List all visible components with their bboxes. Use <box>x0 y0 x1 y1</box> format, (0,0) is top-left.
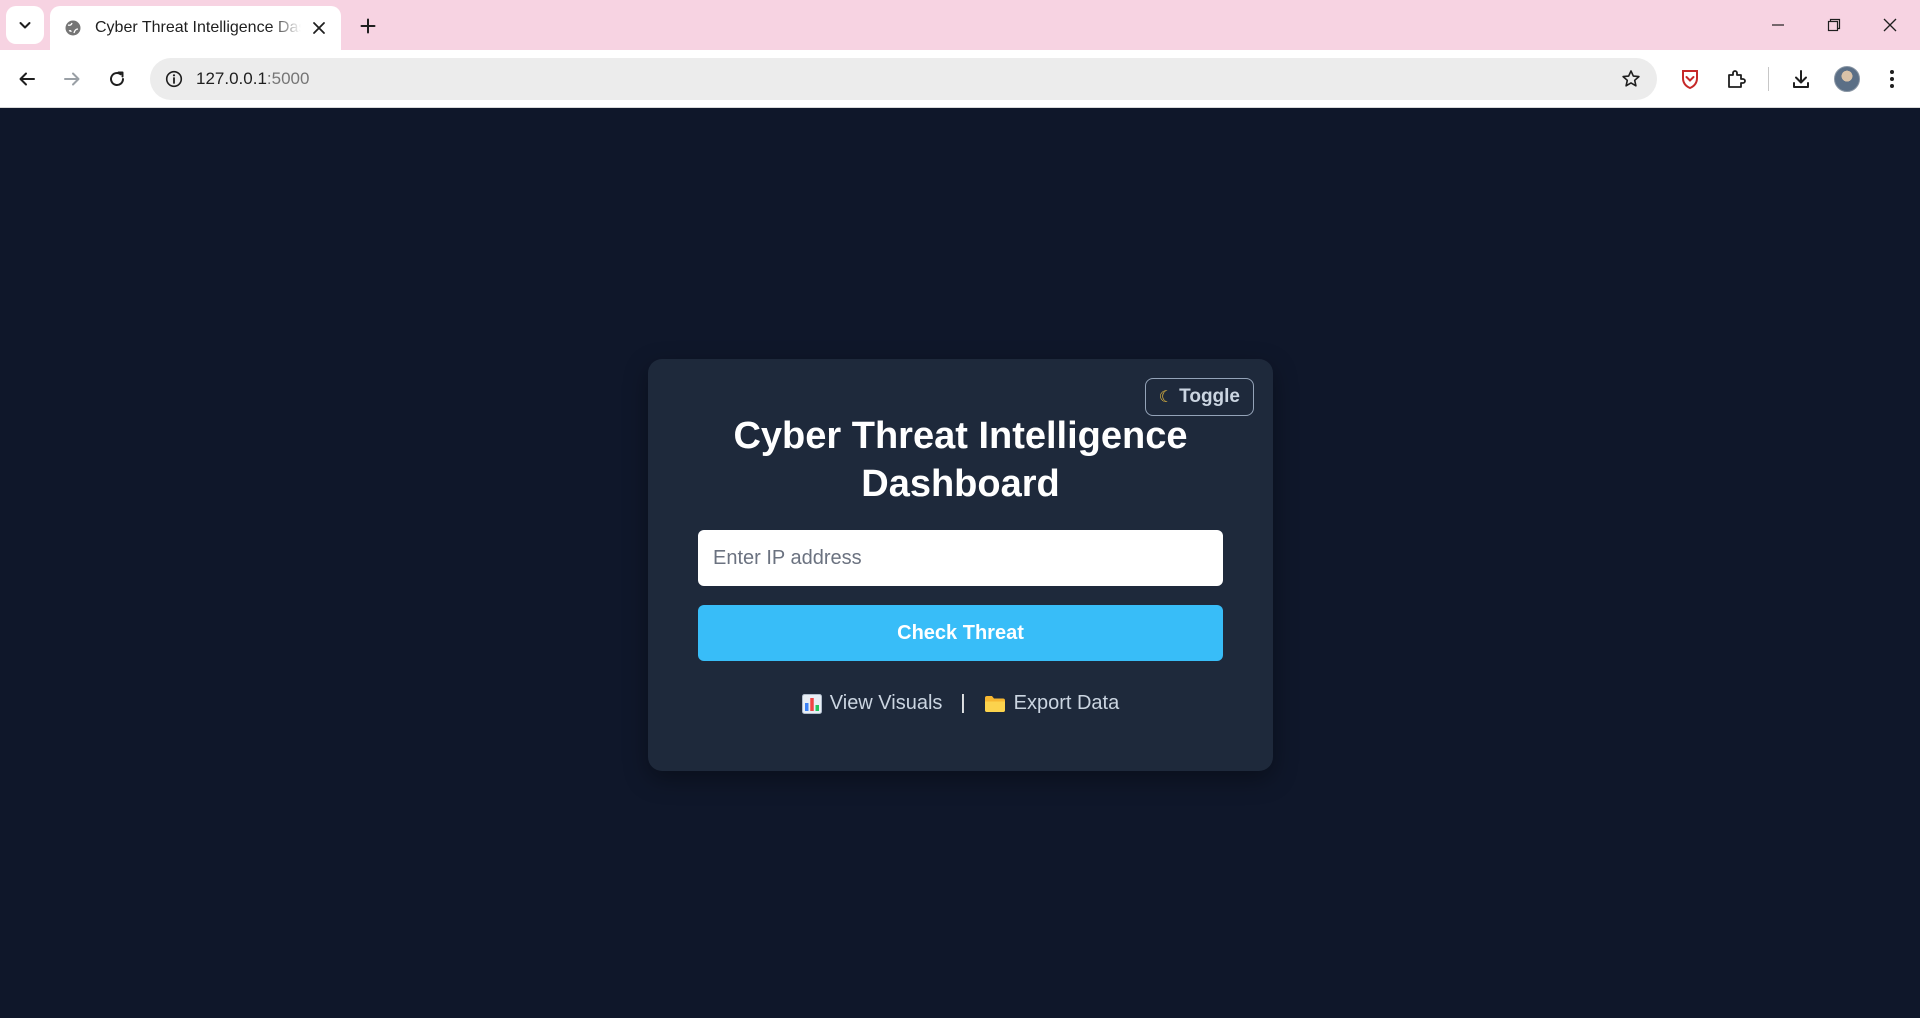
theme-toggle-button[interactable]: ☾ Toggle <box>1144 378 1254 416</box>
reload-icon <box>110 71 124 86</box>
export-data-label: Export Data <box>1013 692 1120 714</box>
new-tab-button[interactable] <box>352 10 384 42</box>
close-icon <box>1883 18 1897 32</box>
url-text: 127.0.0.1:5000 <box>196 69 309 89</box>
toolbar-divider <box>1768 67 1769 91</box>
restore-button[interactable] <box>1806 0 1862 50</box>
globe-icon <box>63 18 83 38</box>
extension-shield-icon[interactable] <box>1672 61 1708 97</box>
more-vertical-icon <box>1890 70 1894 88</box>
forward-button[interactable] <box>54 61 90 97</box>
url-host: 127.0.0.1 <box>196 69 267 88</box>
ip-address-input[interactable] <box>698 530 1223 586</box>
site-info-icon[interactable] <box>158 63 190 95</box>
plus-icon <box>360 18 376 34</box>
dashboard-card: ☾ Toggle Cyber Threat Intelligence Dashb… <box>648 359 1273 771</box>
reload-button[interactable] <box>99 61 135 97</box>
url-port: :5000 <box>266 69 310 88</box>
export-data-link[interactable]: Export Data <box>984 692 1120 715</box>
tab-search-button[interactable] <box>6 6 44 44</box>
toggle-label: Toggle <box>1179 386 1240 407</box>
address-bar[interactable]: 127.0.0.1:5000 <box>150 58 1657 100</box>
minimize-icon <box>1772 24 1784 26</box>
close-tab-icon[interactable] <box>307 16 331 40</box>
restore-icon <box>1827 18 1841 32</box>
view-visuals-link[interactable]: View Visuals <box>801 692 943 715</box>
extensions-puzzle-icon[interactable] <box>1718 61 1754 97</box>
moon-icon: ☾ <box>1158 389 1174 406</box>
profile-button[interactable] <box>1829 61 1865 97</box>
chevron-down-icon <box>19 22 31 29</box>
avatar <box>1834 66 1860 92</box>
close-window-button[interactable] <box>1862 0 1918 50</box>
page-title: Cyber Threat Intelligence Dashboard <box>733 415 1188 505</box>
action-links: View Visuals | Export Data <box>648 692 1273 715</box>
browser-title-bar: Cyber Threat Intelligence Dashboard <box>0 0 1920 50</box>
arrow-left-icon <box>19 72 35 86</box>
arrow-right-icon <box>64 72 80 86</box>
bar-chart-icon <box>801 693 822 714</box>
link-separator: | <box>960 692 966 714</box>
downloads-icon[interactable] <box>1783 61 1819 97</box>
bookmark-star-icon[interactable] <box>1615 63 1647 95</box>
browser-tab-active[interactable]: Cyber Threat Intelligence Dashboard <box>50 6 341 50</box>
back-button[interactable] <box>9 61 45 97</box>
view-visuals-label: View Visuals <box>829 692 943 714</box>
check-threat-button[interactable]: Check Threat <box>698 605 1223 661</box>
folder-icon <box>984 695 1005 712</box>
tab-title: Cyber Threat Intelligence Dashboard <box>95 19 301 36</box>
browser-toolbar: 127.0.0.1:5000 <box>0 50 1920 108</box>
page-viewport: ☾ Toggle Cyber Threat Intelligence Dashb… <box>0 109 1920 1018</box>
minimize-button[interactable] <box>1750 0 1806 50</box>
menu-button[interactable] <box>1874 61 1910 97</box>
